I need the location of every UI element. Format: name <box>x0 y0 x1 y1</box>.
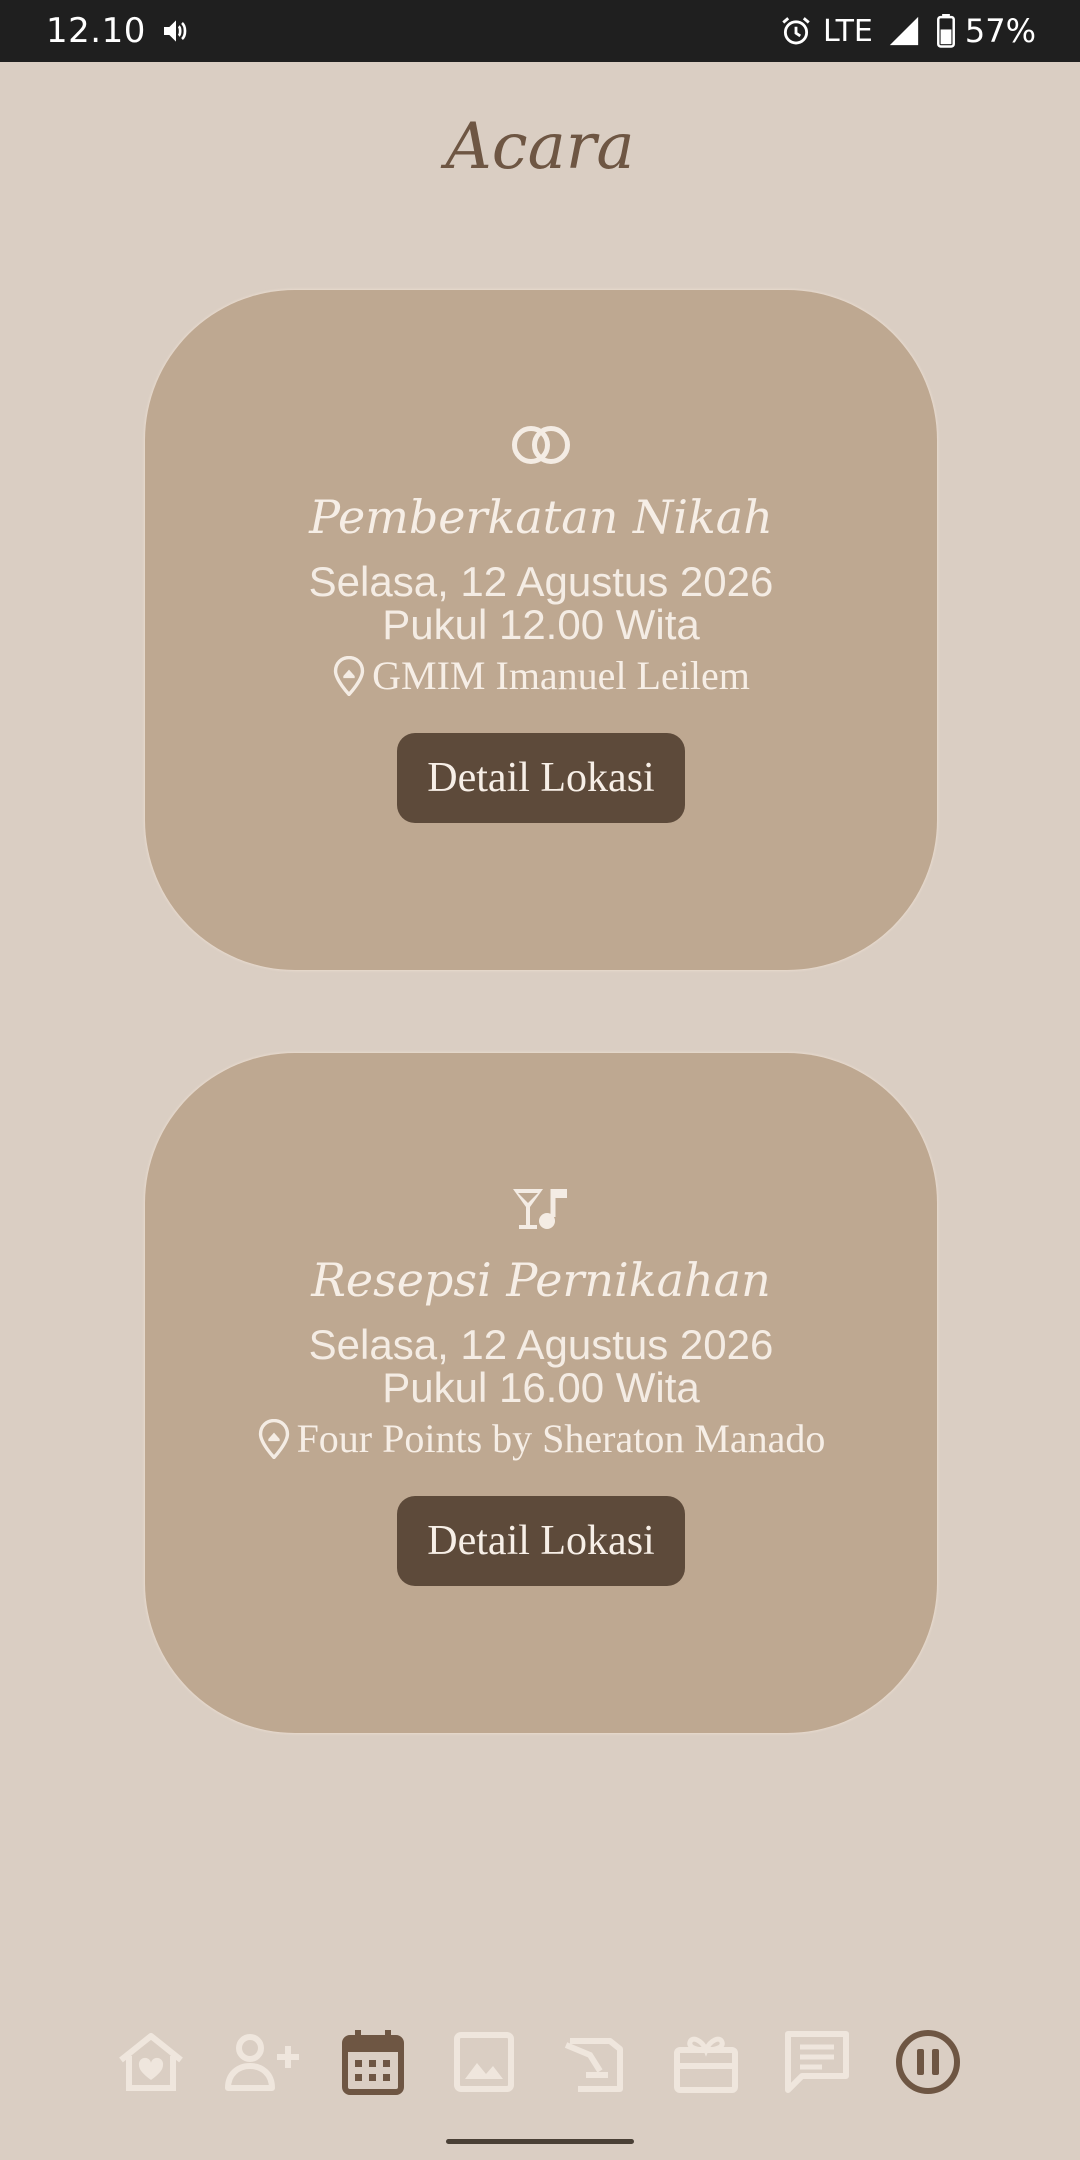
rings-icon <box>145 424 937 466</box>
location-pin-icon <box>258 1418 289 1459</box>
event-title: Resepsi Pernikahan <box>311 1253 771 1307</box>
event-date: Selasa, 12 Agustus 2026 <box>308 558 774 605</box>
pause-icon[interactable] <box>888 2025 968 2099</box>
message-icon[interactable] <box>777 2025 857 2099</box>
event-time: Pukul 12.00 Wita <box>382 601 700 648</box>
alarm-icon <box>782 17 810 45</box>
status-time: 12.10 <box>46 11 146 51</box>
event-card: Pemberkatan Nikah Selasa, 12 Agustus 202… <box>145 290 937 970</box>
event-title: Pemberkatan Nikah <box>309 490 773 544</box>
status-bar: 12.10 LTE 57% <box>0 0 1080 62</box>
location-pin-icon <box>333 655 365 696</box>
status-network: LTE <box>823 13 873 49</box>
event-date: Selasa, 12 Agustus 2026 <box>308 1321 774 1368</box>
detail-location-button[interactable]: Detail Lokasi <box>397 1496 685 1586</box>
venue-name: Four Points by Sheraton Manado <box>296 1416 826 1461</box>
cocktail-music-icon <box>145 1185 937 1233</box>
book-icon[interactable] <box>555 2025 635 2099</box>
home-indicator[interactable] <box>446 2139 634 2144</box>
event-card: Resepsi Pernikahan Selasa, 12 Agustus 20… <box>145 1053 937 1733</box>
signal-icon <box>889 16 919 46</box>
venue-name: GMIM Imanuel Leilem <box>372 653 750 698</box>
battery-icon <box>936 14 955 48</box>
status-battery: 57% <box>964 12 1036 50</box>
detail-location-button[interactable]: Detail Lokasi <box>397 733 685 823</box>
bottom-navigation <box>0 2025 1080 2099</box>
calendar-icon[interactable] <box>333 2025 413 2099</box>
gallery-icon[interactable] <box>444 2025 524 2099</box>
page-title: Acara <box>445 110 635 184</box>
event-venue: Four Points by Sheraton Manado <box>145 1415 937 1462</box>
add-person-icon[interactable] <box>222 2025 302 2099</box>
home-heart-icon[interactable] <box>111 2025 191 2099</box>
volume-icon <box>163 20 187 42</box>
gift-icon[interactable] <box>666 2025 746 2099</box>
event-venue: GMIM Imanuel Leilem <box>145 652 937 699</box>
event-time: Pukul 16.00 Wita <box>382 1364 700 1411</box>
